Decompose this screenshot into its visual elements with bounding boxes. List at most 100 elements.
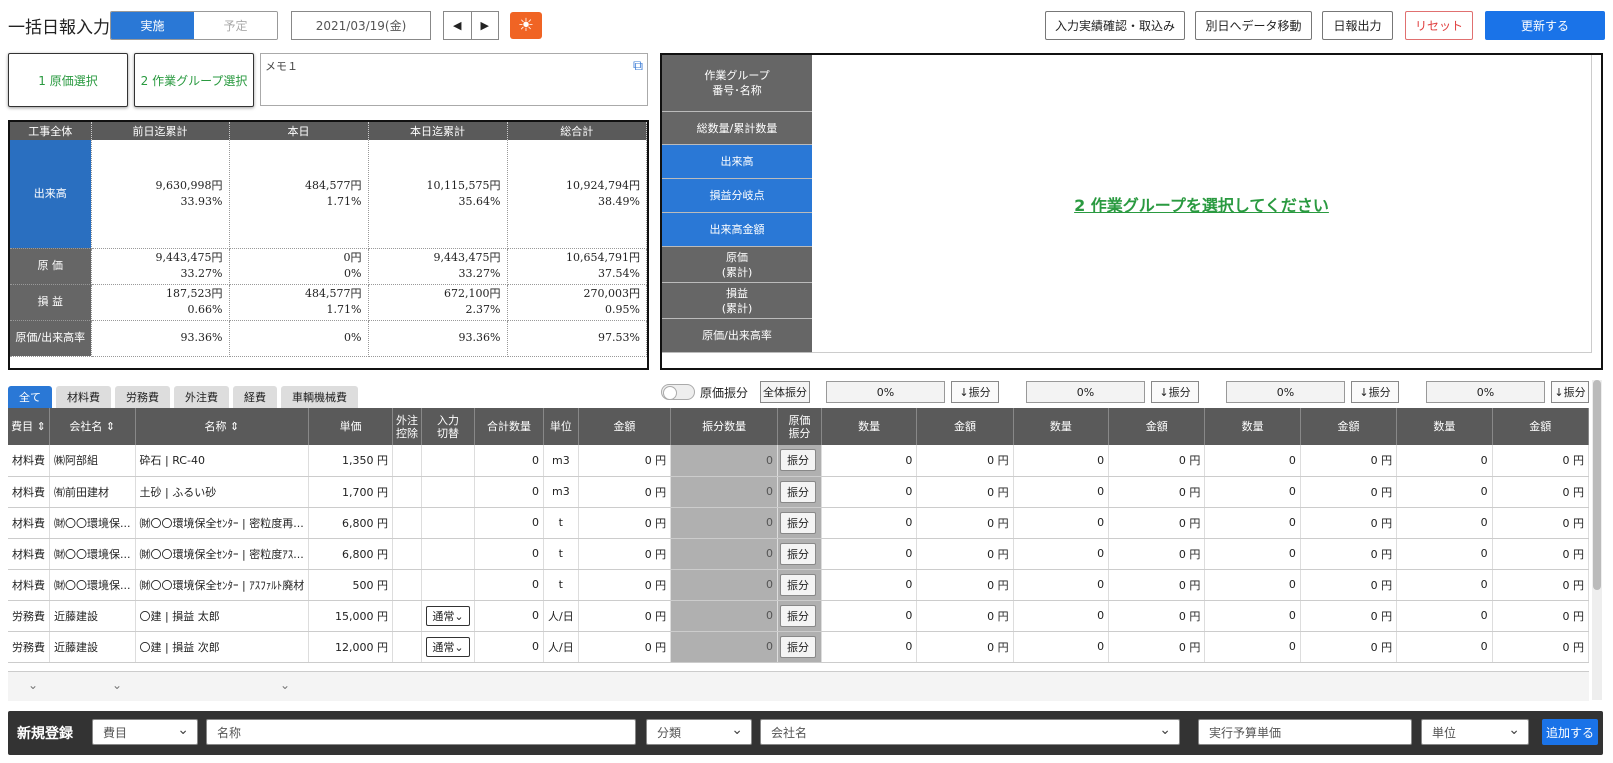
prev-day-button[interactable]: ◀ xyxy=(444,12,472,39)
confirm-import-button[interactable]: 入力実績確認・取込み xyxy=(1045,11,1185,40)
group-cell[interactable]: 0 円 xyxy=(1300,476,1398,508)
filter-company-dropdown[interactable]: ⌄ xyxy=(112,678,122,692)
group-cell[interactable]: 0 円 xyxy=(916,445,1014,477)
group-cell[interactable]: 0 xyxy=(1396,445,1493,477)
table-cell[interactable]: 0 xyxy=(670,538,779,570)
group-cell[interactable]: 0 xyxy=(1204,569,1301,601)
filter-name-dropdown[interactable]: ⌄ xyxy=(280,678,290,692)
group-cell[interactable]: 0 円 xyxy=(1492,600,1589,632)
tab-expense[interactable]: 経費 xyxy=(233,386,277,408)
external-link-icon[interactable]: ⧉ xyxy=(633,58,643,74)
tab-labor[interactable]: 労務費 xyxy=(115,386,170,408)
table-cell[interactable]: 0 xyxy=(474,538,544,570)
group-cell[interactable]: 0 xyxy=(1204,538,1301,570)
group-cell[interactable]: 0 xyxy=(1013,569,1110,601)
group-cell[interactable]: 0 円 xyxy=(916,569,1014,601)
group-cell[interactable]: 0 xyxy=(821,569,918,601)
grid-header[interactable]: 費目 ⇕ xyxy=(8,408,50,445)
table-cell[interactable]: 0 xyxy=(670,476,779,508)
distribute-button[interactable]: ↓振分 xyxy=(1551,381,1589,403)
group-cell[interactable]: 0 円 xyxy=(1300,445,1398,477)
unit-select[interactable]: 単位 ⌄ xyxy=(1421,719,1529,745)
table-cell[interactable]: 0 xyxy=(474,600,544,632)
table-cell[interactable]: 0 xyxy=(670,600,779,632)
group-cell[interactable]: 0 xyxy=(1204,631,1301,663)
cost-dist-toggle[interactable] xyxy=(661,384,695,400)
filter-item-dropdown[interactable]: ⌄ xyxy=(28,678,38,692)
pct-field[interactable]: 0% xyxy=(826,381,945,403)
pct-field[interactable]: 0% xyxy=(1226,381,1345,403)
group-cell[interactable]: 0 xyxy=(1396,476,1493,508)
row-distribute-button[interactable]: 振分 xyxy=(780,511,817,534)
group-cell[interactable]: 0 xyxy=(1396,538,1493,570)
group-cell[interactable]: 0 円 xyxy=(1300,631,1398,663)
row-distribute-button[interactable]: 振分 xyxy=(780,604,817,627)
input-mode-select[interactable]: 通常⌄ xyxy=(426,636,470,657)
pct-field[interactable]: 0% xyxy=(1426,381,1545,403)
group-cell[interactable]: 0 xyxy=(1013,600,1110,632)
group-cell[interactable]: 0 円 xyxy=(1300,507,1398,539)
sun-icon[interactable]: ☀ xyxy=(510,12,542,39)
group-cell[interactable]: 0 円 xyxy=(1300,600,1398,632)
item-select[interactable]: 費目 ⌄ xyxy=(92,719,198,745)
tab-material[interactable]: 材料費 xyxy=(56,386,111,408)
group-cell[interactable]: 0 円 xyxy=(1108,600,1206,632)
group-cell[interactable]: 0 xyxy=(1013,631,1110,663)
tab-outsource[interactable]: 外注費 xyxy=(174,386,229,408)
group-cell[interactable]: 0 xyxy=(821,538,918,570)
row-distribute-button[interactable]: 振分 xyxy=(780,542,817,565)
group-cell[interactable]: 0 円 xyxy=(1492,445,1589,477)
mode-plan-button[interactable]: 予定 xyxy=(194,12,277,39)
table-cell[interactable]: 0 xyxy=(474,631,544,663)
group-cell[interactable]: 0 xyxy=(1013,476,1110,508)
group-cell[interactable]: 0 円 xyxy=(1492,476,1589,508)
distribute-button[interactable]: ↓振分 xyxy=(1151,381,1199,403)
row-distribute-button[interactable]: 振分 xyxy=(780,480,817,503)
next-day-button[interactable]: ▶ xyxy=(472,12,499,39)
group-select-button[interactable]: 2 作業グループ選択 xyxy=(134,53,254,107)
update-button[interactable]: 更新する xyxy=(1485,11,1605,40)
grid-header[interactable]: 会社名 ⇕ xyxy=(49,408,136,445)
group-cell[interactable]: 0 xyxy=(821,476,918,508)
group-cell[interactable]: 0 xyxy=(1204,507,1301,539)
pct-field[interactable]: 0% xyxy=(1026,381,1145,403)
distribute-button[interactable]: ↓振分 xyxy=(1351,381,1399,403)
group-cell[interactable]: 0 xyxy=(1396,631,1493,663)
group-cell[interactable]: 0 xyxy=(1396,569,1493,601)
group-cell[interactable]: 0 円 xyxy=(1492,538,1589,570)
row-distribute-button[interactable]: 振分 xyxy=(780,635,817,658)
group-cell[interactable]: 0 xyxy=(821,445,918,477)
select-group-link[interactable]: 2 作業グループを選択してください xyxy=(1074,192,1329,216)
budget-price-input[interactable]: 実行予算単価 xyxy=(1198,719,1412,745)
group-cell[interactable]: 0 円 xyxy=(1300,569,1398,601)
group-cell[interactable]: 0 xyxy=(1013,445,1110,477)
grid-header[interactable]: 名称 ⇕ xyxy=(135,408,310,445)
group-cell[interactable]: 0 円 xyxy=(916,507,1014,539)
table-cell[interactable]: 0 xyxy=(474,507,544,539)
all-distribute-button[interactable]: 全体振分 xyxy=(760,381,810,403)
group-cell[interactable]: 0 円 xyxy=(916,476,1014,508)
move-data-button[interactable]: 別日へデータ移動 xyxy=(1195,11,1312,40)
name-input[interactable]: 名称 xyxy=(206,719,636,745)
tab-vehicle[interactable]: 車輌機械費 xyxy=(281,386,358,408)
group-cell[interactable]: 0 円 xyxy=(1492,631,1589,663)
group-cell[interactable]: 0 円 xyxy=(1108,569,1206,601)
company-select[interactable]: 会社名 ⌄ xyxy=(760,719,1180,745)
reset-button[interactable]: リセット xyxy=(1405,11,1473,40)
tab-all[interactable]: 全て xyxy=(8,386,52,408)
group-cell[interactable]: 0 xyxy=(1013,507,1110,539)
table-cell[interactable]: 0 xyxy=(474,569,544,601)
group-cell[interactable]: 0 xyxy=(1013,538,1110,570)
group-cell[interactable]: 0 xyxy=(1204,476,1301,508)
group-cell[interactable]: 0 円 xyxy=(1108,631,1206,663)
group-cell[interactable]: 0 円 xyxy=(916,631,1014,663)
group-cell[interactable]: 0 円 xyxy=(1108,507,1206,539)
group-cell[interactable]: 0 xyxy=(821,507,918,539)
add-button[interactable]: 追加する xyxy=(1542,719,1598,745)
group-cell[interactable]: 0 xyxy=(1204,445,1301,477)
class-select[interactable]: 分類 ⌄ xyxy=(646,719,752,745)
group-cell[interactable]: 0 円 xyxy=(1492,569,1589,601)
table-cell[interactable]: 0 xyxy=(670,507,779,539)
group-cell[interactable]: 0 円 xyxy=(1108,538,1206,570)
distribute-button[interactable]: ↓振分 xyxy=(951,381,999,403)
